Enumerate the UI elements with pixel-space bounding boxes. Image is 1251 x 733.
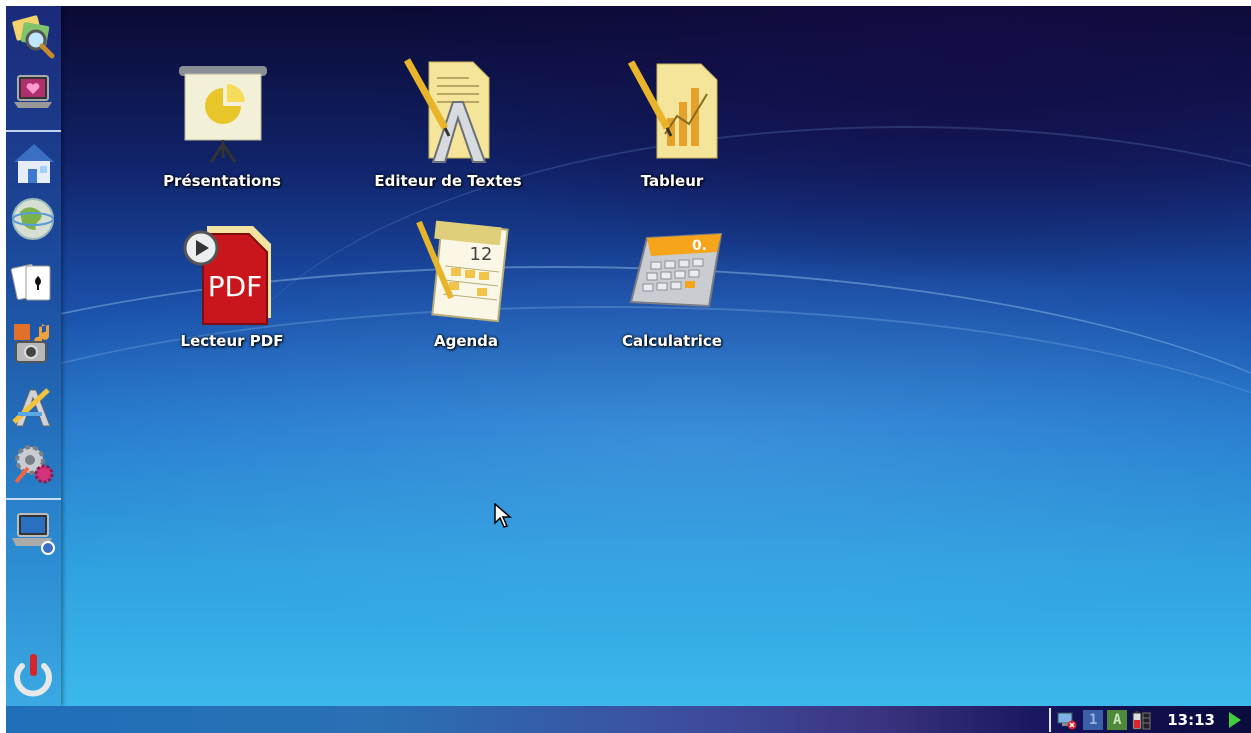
office-icon [12, 388, 51, 427]
desktop-app-agenda[interactable]: 12 Agenda [366, 218, 566, 350]
network-disconnected-icon[interactable] [1057, 710, 1077, 730]
desktop-app-calculator[interactable]: 0. Calculatrice [572, 218, 772, 350]
multimedia-icon [14, 324, 50, 363]
launcher-computer[interactable] [8, 506, 58, 556]
launcher-favorites[interactable] [8, 68, 58, 118]
launcher-games[interactable] [8, 256, 58, 306]
presentation-icon [179, 66, 267, 163]
settings-icon [14, 445, 54, 484]
launcher-power[interactable] [8, 650, 58, 700]
battery-icon[interactable] [1131, 710, 1151, 730]
power-icon [14, 654, 52, 697]
mouse-cursor-icon [494, 503, 512, 528]
launcher-multimedia[interactable] [8, 318, 58, 368]
taskbar: 1 A 13:13 [6, 706, 1251, 733]
tray-separator [1049, 707, 1052, 732]
calculator-icon: 0. [629, 232, 723, 308]
desktop-app-spreadsheet[interactable]: Tableur [572, 58, 772, 190]
app-label-spreadsheet: Tableur [640, 172, 704, 190]
calendar-day: 12 [470, 244, 493, 265]
computer-icon [12, 513, 55, 555]
desktop-app-pdf-reader[interactable]: PDF Lecteur PDF [132, 218, 332, 350]
games-cards-icon [10, 263, 51, 301]
launcher-bar [6, 6, 61, 706]
pdf-reader-icon: PDF [183, 226, 271, 325]
launcher-search-files[interactable] [8, 10, 58, 60]
desktop-app-presentations[interactable]: Présentations [122, 58, 322, 190]
clock[interactable]: 13:13 [1167, 711, 1215, 729]
home-icon [14, 144, 54, 183]
workspace-1-button[interactable]: 1 [1083, 709, 1104, 730]
search-files-icon [12, 15, 55, 59]
internet-globe-icon [12, 198, 54, 240]
show-desktop-icon[interactable] [1227, 710, 1243, 730]
launcher-settings[interactable] [8, 438, 58, 488]
app-label-presentations: Présentations [163, 172, 281, 190]
favorites-laptop-icon [14, 75, 52, 108]
app-label-agenda: Agenda [433, 332, 499, 350]
calendar-icon: 12 [416, 220, 509, 323]
spreadsheet-icon [627, 60, 718, 159]
system-tray: 1 A 13:13 [1049, 706, 1251, 733]
launcher-home[interactable] [8, 138, 58, 188]
desktop-app-text-editor[interactable]: Editeur de Textes [348, 58, 548, 190]
calculator-display: 0. [692, 238, 707, 254]
workspace-a-button[interactable]: A [1107, 709, 1128, 730]
launcher-internet[interactable] [8, 194, 58, 244]
desktop-background[interactable]: Présentations Editeur de Textes Tableur [6, 6, 1251, 706]
app-label-pdf-reader: Lecteur PDF [180, 332, 284, 350]
launcher-office[interactable] [8, 382, 58, 432]
app-label-text-editor: Editeur de Textes [374, 172, 522, 190]
pdf-label: PDF [208, 270, 263, 303]
app-label-calculator: Calculatrice [622, 332, 722, 350]
text-editor-icon [403, 58, 490, 163]
